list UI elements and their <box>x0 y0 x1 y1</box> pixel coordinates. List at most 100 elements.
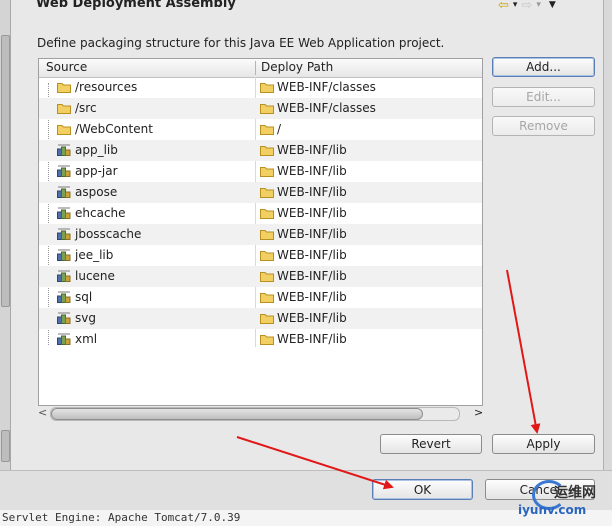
page-description: Define packaging structure for this Java… <box>37 36 445 50</box>
table-row[interactable]: /src WEB-INF/classes <box>39 98 482 119</box>
folder-icon <box>260 249 274 261</box>
folder-icon <box>260 312 274 324</box>
table-row[interactable]: /WebContent / <box>39 119 482 140</box>
folder-icon <box>260 186 274 198</box>
right-panel-edge <box>603 0 612 470</box>
watermark-url: iyunv.com <box>518 503 587 517</box>
back-arrow-icon[interactable]: ⇦ <box>498 0 509 13</box>
source-cell: app-jar <box>75 164 118 178</box>
deploy-path-cell: WEB-INF/lib <box>277 269 347 283</box>
scroll-thumb[interactable] <box>51 408 423 420</box>
table-row[interactable]: aspose WEB-INF/lib <box>39 182 482 203</box>
watermark-logo: 运维网 iyunv.com <box>510 478 610 522</box>
source-cell: app_lib <box>75 143 118 157</box>
chevron-down-icon[interactable]: ▾ <box>536 0 541 10</box>
library-icon <box>57 312 71 324</box>
edit-button[interactable]: Edit... <box>492 87 595 107</box>
table-header: Source Deploy Path <box>39 59 482 78</box>
library-icon <box>57 270 71 282</box>
add-button[interactable]: Add... <box>492 57 595 77</box>
table-row[interactable]: svg WEB-INF/lib <box>39 308 482 329</box>
revert-button[interactable]: Revert <box>380 434 482 454</box>
apply-button-label: Apply <box>526 437 561 451</box>
deploy-path-cell: WEB-INF/lib <box>277 290 347 304</box>
table-row[interactable]: lucene WEB-INF/lib <box>39 266 482 287</box>
folder-icon <box>57 123 71 135</box>
library-icon <box>57 333 71 345</box>
source-cell: /resources <box>75 80 138 94</box>
table-row[interactable]: /resources WEB-INF/classes <box>39 77 482 98</box>
forward-arrow-icon[interactable]: ⇨ <box>521 0 532 13</box>
folder-icon <box>260 81 274 93</box>
ok-button-label: OK <box>413 482 432 497</box>
column-separator[interactable] <box>255 61 256 75</box>
left-panel-edge <box>0 0 11 470</box>
source-cell: aspose <box>75 185 118 199</box>
library-icon <box>57 186 71 198</box>
table-row[interactable]: jbosscache WEB-INF/lib <box>39 224 482 245</box>
folder-icon <box>260 207 274 219</box>
deploy-path-cell: WEB-INF/lib <box>277 164 347 178</box>
table-row[interactable]: app-jar WEB-INF/lib <box>39 161 482 182</box>
library-icon <box>57 228 71 240</box>
source-cell: svg <box>75 311 96 325</box>
column-header-source[interactable]: Source <box>46 60 87 74</box>
library-icon <box>57 249 71 261</box>
source-cell: jee_lib <box>75 248 114 262</box>
deploy-path-cell: WEB-INF/lib <box>277 311 347 325</box>
deploy-path-cell: WEB-INF/lib <box>277 206 347 220</box>
deploy-path-cell: WEB-INF/lib <box>277 227 347 241</box>
column-header-deploy-path[interactable]: Deploy Path <box>261 60 333 74</box>
table-row[interactable]: jee_lib WEB-INF/lib <box>39 245 482 266</box>
deploy-path-cell: / <box>277 122 282 136</box>
table-row[interactable]: app_lib WEB-INF/lib <box>39 140 482 161</box>
table-row[interactable]: xml WEB-INF/lib <box>39 329 482 350</box>
folder-icon <box>57 102 71 114</box>
scroll-right-icon[interactable]: > <box>474 406 483 419</box>
source-cell: sql <box>75 290 93 304</box>
remove-button-label: Remove <box>519 119 568 133</box>
folder-icon <box>260 144 274 156</box>
folder-icon <box>260 165 274 177</box>
library-icon <box>57 207 71 219</box>
table-row[interactable]: sql WEB-INF/lib <box>39 287 482 308</box>
page-toolbar: ⇦ ▾ ⇨ ▾ ▼ <box>498 0 556 13</box>
folder-icon <box>57 81 71 93</box>
scroll-left-icon[interactable]: < <box>38 406 47 419</box>
deploy-path-cell: WEB-INF/classes <box>277 80 376 94</box>
left-scrollbar[interactable] <box>1 35 10 307</box>
ok-button[interactable]: OK <box>372 479 473 500</box>
folder-icon <box>260 333 274 345</box>
page-title: Web Deployment Assembly <box>36 0 236 11</box>
folder-icon <box>260 270 274 282</box>
deployment-assembly-table[interactable]: Source Deploy Path /resources WEB-INF/cla… <box>38 58 483 406</box>
source-cell: ehcache <box>75 206 126 220</box>
deploy-path-cell: WEB-INF/lib <box>277 143 347 157</box>
deploy-path-cell: WEB-INF/lib <box>277 332 347 346</box>
source-cell: /src <box>75 101 97 115</box>
library-icon <box>57 291 71 303</box>
watermark-text: 运维网 <box>554 485 596 501</box>
source-cell: xml <box>75 332 98 346</box>
table-horizontal-scrollbar[interactable]: < > <box>38 405 483 422</box>
remove-button[interactable]: Remove <box>492 116 595 136</box>
revert-button-label: Revert <box>411 437 451 451</box>
add-button-label: Add... <box>526 60 561 74</box>
source-cell: lucene <box>75 269 115 283</box>
library-icon <box>57 144 71 156</box>
view-menu-icon[interactable]: ▼ <box>549 0 556 10</box>
deploy-path-cell: WEB-INF/classes <box>277 101 376 115</box>
source-cell: /WebContent <box>75 122 153 136</box>
left-scrollbar-lower[interactable] <box>1 430 10 462</box>
source-cell: jbosscache <box>75 227 142 241</box>
arrow-to-apply <box>506 269 541 434</box>
folder-icon <box>260 102 274 114</box>
folder-icon <box>260 123 274 135</box>
status-text: Servlet Engine: Apache Tomcat/7.0.39 <box>2 511 241 524</box>
apply-button[interactable]: Apply <box>492 434 595 454</box>
folder-icon <box>260 228 274 240</box>
deploy-path-cell: WEB-INF/lib <box>277 185 347 199</box>
edit-button-label: Edit... <box>526 90 561 104</box>
table-row[interactable]: ehcache WEB-INF/lib <box>39 203 482 224</box>
chevron-down-icon[interactable]: ▾ <box>513 0 518 10</box>
